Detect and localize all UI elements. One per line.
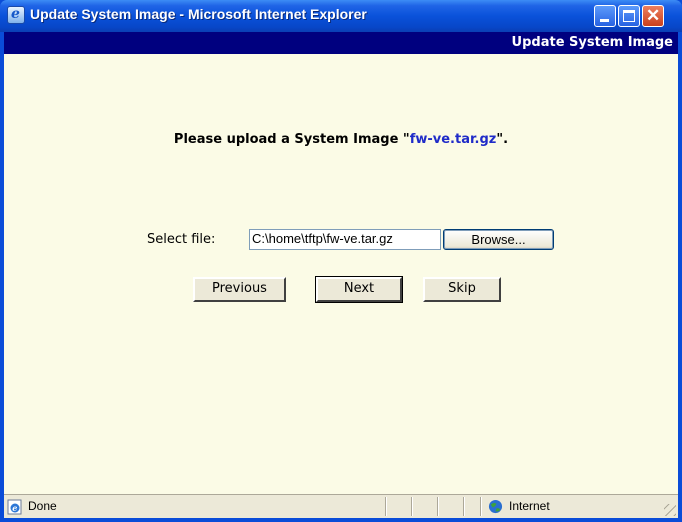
status-divider [411,497,413,516]
window-title: Update System Image - Microsoft Internet… [30,6,367,22]
page-content: Update System Image Please upload a Syst… [4,32,678,494]
ie-page-icon: e [7,499,22,515]
prompt-suffix: ". [496,132,509,147]
status-divider [463,497,465,516]
next-button[interactable]: Next [315,276,403,303]
previous-button[interactable]: Previous [193,277,286,302]
zone-text: Internet [509,499,550,513]
ie-icon: e [7,6,25,24]
close-button[interactable]: ✕ [642,5,664,27]
page-header: Update System Image [4,32,678,54]
minimize-button[interactable] [594,5,616,27]
svg-text:e: e [12,503,17,513]
maximize-button[interactable] [618,5,640,27]
status-divider [480,497,482,516]
status-divider [437,497,439,516]
status-bar: e Done Internet [4,494,678,518]
window-frame-bottom [0,518,682,522]
ie-window: e Update System Image - Microsoft Intern… [0,0,682,522]
browse-button[interactable]: Browse... [443,229,554,250]
maximize-icon [623,10,635,22]
page-title: Update System Image [511,35,673,50]
close-icon: ✕ [646,6,661,25]
file-label: Select file: [147,232,216,247]
status-divider [385,497,387,516]
globe-icon [488,499,503,514]
file-path-input[interactable]: C:\home\tftp\fw-ve.tar.gz [249,229,441,250]
title-bar[interactable]: e Update System Image - Microsoft Intern… [0,0,682,32]
skip-button[interactable]: Skip [423,277,501,302]
prompt-prefix: Please upload a System Image " [173,132,410,147]
prompt-filename: fw-ve.tar.gz [409,132,497,147]
status-text: Done [28,499,57,513]
resize-grip[interactable] [664,504,676,516]
upload-prompt: Please upload a System Image "fw-ve.tar.… [4,132,678,147]
minimize-icon [600,19,609,22]
